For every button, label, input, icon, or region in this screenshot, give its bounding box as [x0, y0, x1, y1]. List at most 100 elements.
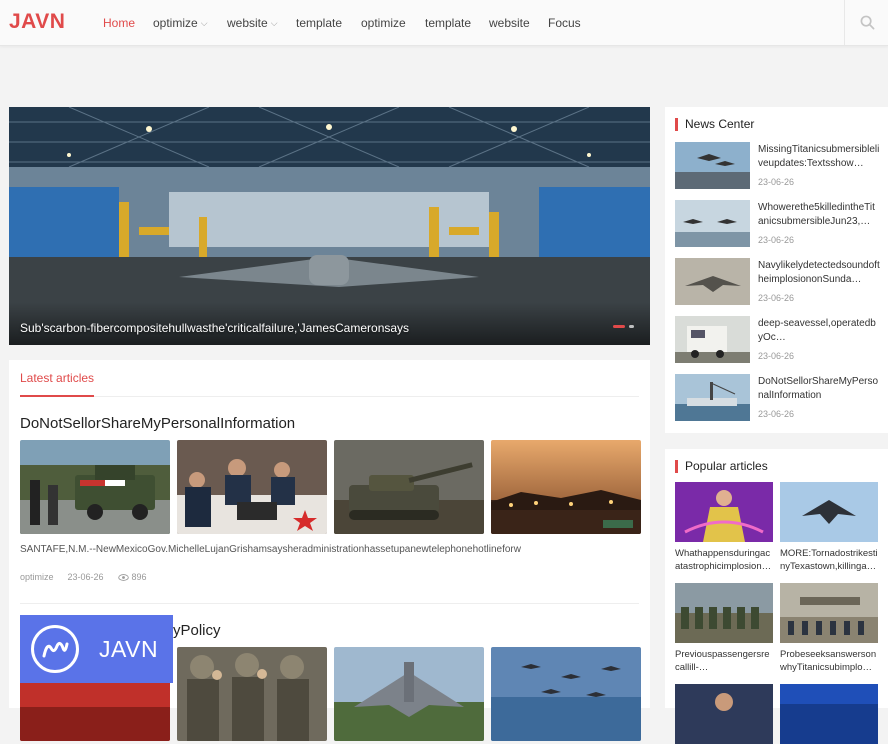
- news-title[interactable]: deep-seavessel,operatedbyOc…: [758, 317, 880, 345]
- airfield-sunset-image: [491, 440, 641, 534]
- portrait-image: [675, 684, 773, 744]
- nav-item-template[interactable]: template: [296, 16, 342, 30]
- popular-item[interactable]: Whathappensduringacatastrophicimplosion…: [675, 482, 773, 573]
- hero-caption[interactable]: Sub'scarbon-fibercompositehullwasthe'cri…: [20, 321, 409, 335]
- fighter-jet-image: [334, 647, 484, 741]
- nav-item-website[interactable]: website: [489, 16, 530, 30]
- article-excerpt: SANTAFE,N.M.--NewMexicoGov.MichelleLujan…: [20, 544, 521, 555]
- article-title[interactable]: DoNotSellorShareMyPersonalInformation: [20, 415, 295, 432]
- popular-thumbnail[interactable]: [780, 684, 878, 744]
- troops-parade-image: [675, 583, 773, 643]
- popular-thumbnail[interactable]: [675, 684, 773, 744]
- popular-thumbnail[interactable]: [675, 482, 773, 542]
- news-center-title: News Center: [675, 117, 754, 131]
- news-title[interactable]: DoNotSellorShareMyPersonalInformation: [758, 375, 880, 403]
- tank-image: [334, 440, 484, 534]
- chevron-down-icon: ⌵: [270, 18, 278, 28]
- nav-label: Focus: [548, 16, 581, 30]
- jets-over-sea-image: [675, 142, 750, 189]
- divider: [20, 396, 639, 397]
- news-item[interactable]: MissingTitanicsubmersibleliveupdates:Tex…: [675, 142, 888, 190]
- news-item[interactable]: NavylikelydetectedsoundoftheimplosiononS…: [675, 258, 888, 306]
- article-thumbnails: [20, 440, 641, 534]
- nav-label: optimize: [153, 16, 198, 30]
- article-views: 896: [117, 572, 147, 582]
- popular-thumbnail[interactable]: [675, 583, 773, 643]
- nav-item-focus[interactable]: Focus: [548, 16, 581, 30]
- search-button[interactable]: [844, 0, 888, 45]
- popular-title[interactable]: Whathappensduringacatastrophicimplosion…: [675, 547, 773, 573]
- news-item[interactable]: Whowerethe5killedintheTitanicsubmersible…: [675, 200, 888, 248]
- divider: [20, 603, 639, 604]
- performer-image: [675, 482, 773, 542]
- article-thumbnail[interactable]: [177, 647, 327, 741]
- nav-item-optimize[interactable]: optimize: [361, 16, 406, 30]
- brand-badge[interactable]: JAVN: [20, 615, 173, 683]
- popular-item[interactable]: MORE:Tornadostrikesti nyTexastown,killin…: [780, 482, 878, 573]
- nav-label: template: [296, 16, 343, 30]
- popular-item[interactable]: ProbeseeksanswersonwhyTitanicsubimplo…: [780, 583, 878, 674]
- vessel-image: [675, 374, 750, 421]
- article-thumbnail[interactable]: [334, 647, 484, 741]
- article-title[interactable]: yPolicy: [173, 622, 221, 639]
- popular-thumbnail[interactable]: [780, 583, 878, 643]
- nav-label: Home: [103, 16, 136, 30]
- news-title[interactable]: MissingTitanicsubmersibleliveupdates:Tex…: [758, 143, 880, 171]
- hero-hangar-image: [9, 107, 650, 345]
- hero-slider[interactable]: Sub'scarbon-fibercompositehullwasthe'cri…: [9, 107, 650, 345]
- article-thumbnail[interactable]: [491, 440, 641, 534]
- nav-label: optimize: [361, 16, 406, 30]
- nav-item-website-dropdown[interactable]: website ⌵: [227, 16, 278, 30]
- nav-item-template-2[interactable]: template: [425, 16, 471, 30]
- nav-item-optimize-dropdown[interactable]: optimize ⌵: [153, 16, 208, 30]
- article-thumbnail[interactable]: [491, 647, 641, 741]
- article-thumbnail[interactable]: [20, 440, 170, 534]
- popular-articles-title: Popular articles: [675, 459, 768, 473]
- news-date: 23-06-26: [758, 235, 795, 245]
- popular-articles-panel: Popular articles Whathappensduringacatas…: [665, 449, 888, 744]
- news-thumbnail[interactable]: [675, 316, 750, 363]
- news-date: 23-06-26: [758, 351, 795, 361]
- slider-dot[interactable]: [629, 325, 634, 328]
- nav-item-home[interactable]: Home: [103, 16, 135, 30]
- popular-title[interactable]: ProbeseeksanswersonwhyTitanicsubimplo…: [780, 648, 878, 674]
- fighter-jet-image: [675, 258, 750, 305]
- jet-formation-image: [491, 647, 641, 741]
- news-title[interactable]: Whowerethe5killedintheTitanicsubmersible…: [758, 201, 880, 229]
- slider-dot-active[interactable]: [613, 325, 625, 328]
- news-thumbnail[interactable]: [675, 258, 750, 305]
- stage-image: [780, 684, 878, 744]
- ceremony-image: [780, 583, 878, 643]
- news-thumbnail[interactable]: [675, 374, 750, 421]
- jets-formation-image: [675, 200, 750, 247]
- chevron-down-icon: ⌵: [200, 18, 208, 28]
- nav-label: template: [425, 16, 472, 30]
- popular-title[interactable]: MORE:Tornadostrikesti nyTexastown,killin…: [780, 547, 878, 573]
- news-item[interactable]: deep-seavessel,operatedbyOc… 23-06-26: [675, 316, 888, 364]
- command-room-image: [177, 440, 327, 534]
- nav-label: website: [489, 16, 530, 30]
- news-date: 23-06-26: [758, 177, 795, 187]
- latest-articles-tab[interactable]: Latest articles: [20, 371, 94, 385]
- article-category[interactable]: optimize: [20, 572, 54, 582]
- article-thumbnail[interactable]: [334, 440, 484, 534]
- popular-item[interactable]: [780, 684, 878, 744]
- news-date: 23-06-26: [758, 293, 795, 303]
- news-thumbnail[interactable]: [675, 200, 750, 247]
- search-icon: [860, 15, 874, 30]
- article-thumbnail[interactable]: [177, 440, 327, 534]
- truck-image: [675, 316, 750, 363]
- site-header: JAVN Home optimize ⌵ website ⌵ template op…: [0, 0, 888, 46]
- popular-thumbnail[interactable]: [780, 482, 878, 542]
- military-vehicle-image: [20, 440, 170, 534]
- tab-underline: [20, 395, 94, 397]
- site-logo[interactable]: JAVN: [9, 10, 65, 34]
- news-thumbnail[interactable]: [675, 142, 750, 189]
- news-item[interactable]: DoNotSellorShareMyPersonalInformation 23…: [675, 374, 888, 422]
- popular-item[interactable]: Previouspassengersrecallill-…: [675, 583, 773, 674]
- brand-logo-icon: [31, 625, 79, 673]
- popular-item[interactable]: [675, 684, 773, 744]
- soldiers-image: [177, 647, 327, 741]
- popular-title[interactable]: Previouspassengersrecallill-…: [675, 648, 773, 674]
- news-title[interactable]: NavylikelydetectedsoundoftheimplosiononS…: [758, 259, 880, 287]
